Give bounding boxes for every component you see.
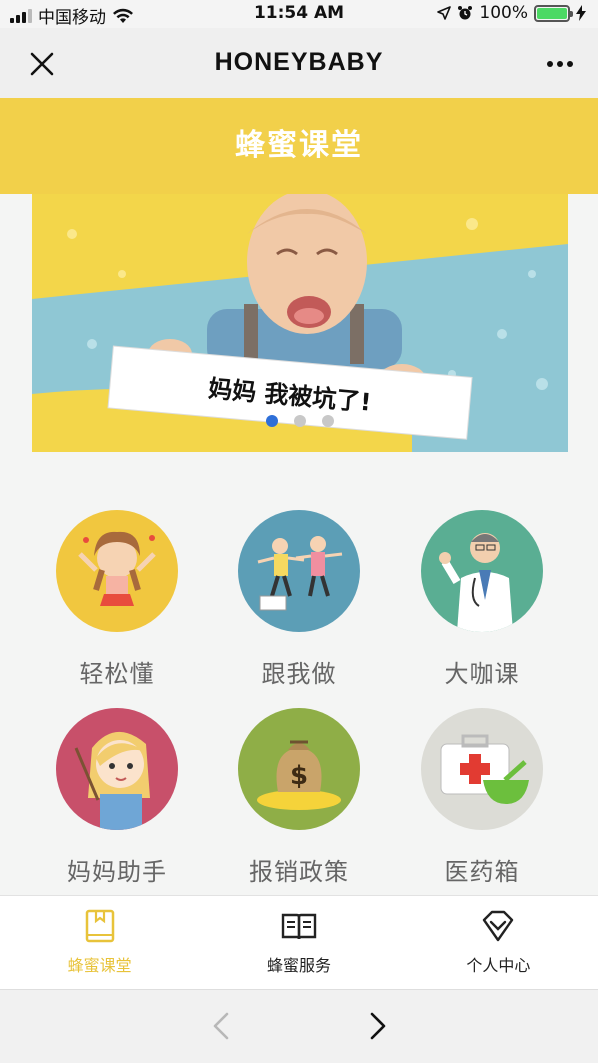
grid-item-reimbursement-policy[interactable]: $ 报销政策 xyxy=(209,708,389,887)
open-book-icon xyxy=(199,908,398,944)
back-icon[interactable] xyxy=(205,1008,237,1044)
doctor-icon xyxy=(421,510,543,632)
banner-carousel[interactable]: 妈妈 我被坑了! xyxy=(32,194,568,452)
battery-icon xyxy=(534,4,573,22)
money-bag-icon: $ xyxy=(238,708,360,830)
status-right: 100% xyxy=(437,3,586,23)
browser-toolbar xyxy=(0,989,598,1063)
battery-percent: 100% xyxy=(479,3,528,23)
grid-label: 妈妈助手 xyxy=(67,858,167,886)
location-arrow-icon xyxy=(437,6,452,20)
grid-item-medicine-box[interactable]: 医药箱 xyxy=(392,708,572,887)
grid-item-expert-class[interactable]: 大咖课 xyxy=(392,510,572,689)
banner-image: 妈妈 我被坑了! xyxy=(32,194,568,452)
grid-label: 跟我做 xyxy=(261,660,337,688)
alarm-icon xyxy=(458,6,473,20)
tab-label: 蜂蜜服务 xyxy=(266,956,331,975)
charging-bolt-icon xyxy=(576,5,586,21)
tab-label: 个人中心 xyxy=(466,956,531,975)
svg-text:$: $ xyxy=(290,761,308,791)
tab-honey-service[interactable]: 蜂蜜服务 xyxy=(199,896,398,989)
carousel-dot[interactable] xyxy=(266,415,278,427)
tab-label: 蜂蜜课堂 xyxy=(67,956,132,975)
grid-label: 大咖课 xyxy=(444,660,520,688)
grid-label: 医药箱 xyxy=(444,858,520,886)
book-icon xyxy=(0,908,199,944)
carousel-dot[interactable] xyxy=(294,415,306,427)
page-header: 蜂蜜课堂 xyxy=(0,98,598,194)
tab-honey-classroom[interactable]: 蜂蜜课堂 xyxy=(0,896,199,989)
grid-item-mom-assistant[interactable]: 妈妈助手 xyxy=(27,708,207,887)
more-icon[interactable] xyxy=(540,44,580,84)
grid-item-follow-me[interactable]: 跟我做 xyxy=(209,510,389,689)
status-bar: 中国移动 11:54 AM 100% xyxy=(0,0,598,28)
cartoon-girl-icon xyxy=(56,510,178,632)
tab-bar: 蜂蜜课堂 蜂蜜服务 个人中心 xyxy=(0,895,598,989)
grid-label: 轻松懂 xyxy=(79,660,155,688)
nav-bar: HONEYBABY xyxy=(0,28,598,98)
medicine-box-icon xyxy=(421,708,543,830)
page-title: 蜂蜜课堂 xyxy=(235,128,363,163)
heart-diamond-icon xyxy=(399,908,598,944)
carousel-dot[interactable] xyxy=(322,415,334,427)
grid-item-easy-understand[interactable]: 轻松懂 xyxy=(27,510,207,689)
teacher-girl-icon xyxy=(56,708,178,830)
nav-title: HONEYBABY xyxy=(214,48,384,76)
exercise-couple-icon xyxy=(238,510,360,632)
tab-personal-center[interactable]: 个人中心 xyxy=(399,896,598,989)
carousel-dots xyxy=(32,415,568,427)
grid-label: 报销政策 xyxy=(249,858,349,886)
forward-icon[interactable] xyxy=(362,1008,394,1044)
